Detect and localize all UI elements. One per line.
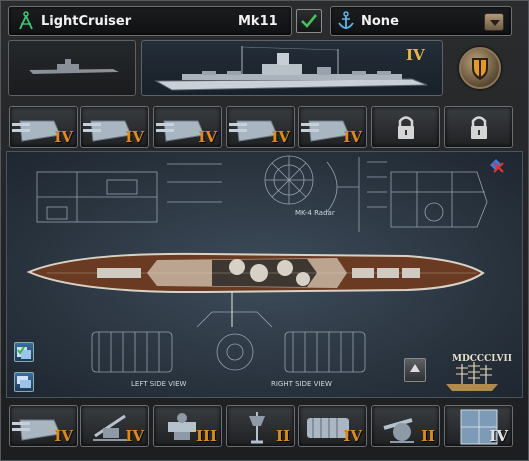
slot-tier: IV <box>54 427 73 445</box>
slot-tier: IV <box>343 427 362 445</box>
bottom-slot-2[interactable]: IV <box>80 405 149 447</box>
slot-tier: III <box>195 427 217 445</box>
ship-silhouette-icon <box>29 59 119 74</box>
compass-icon <box>19 11 33 30</box>
slot-tier: IV <box>489 427 508 445</box>
top-slot-3[interactable]: IV <box>153 106 222 148</box>
ship-model-preview <box>141 40 443 96</box>
slot-tier: IV <box>54 128 73 146</box>
bottom-slot-3[interactable]: III <box>153 405 222 447</box>
left-side-view-label: LEFT SIDE VIEW <box>131 380 187 388</box>
radar-label: MK-4 Radar <box>295 209 335 217</box>
bottom-slot-1[interactable]: IV <box>9 405 78 447</box>
bottom-slot-7[interactable]: IV <box>444 405 513 447</box>
bottom-slot-4[interactable]: II <box>226 405 295 447</box>
role-value: None <box>361 14 399 29</box>
anchor-icon <box>338 11 354 29</box>
top-slot-6-locked[interactable] <box>371 106 440 148</box>
padlock-icon <box>471 116 487 139</box>
top-slot-4[interactable]: IV <box>226 106 295 148</box>
top-slot-7-locked[interactable] <box>444 106 513 148</box>
role-dropdown-button[interactable] <box>484 13 504 31</box>
checkmark-icon <box>301 14 318 28</box>
upgrade-button[interactable] <box>459 47 501 89</box>
padlock-icon <box>398 116 414 139</box>
slot-tier: IV <box>343 128 362 146</box>
slot-tier: II <box>275 427 290 445</box>
right-side-view-label: RIGHT SIDE VIEW <box>271 380 332 388</box>
slot-tier: IV <box>125 427 144 445</box>
close-blueprint-icon[interactable] <box>487 156 505 174</box>
ship-name-field[interactable]: LightCruiser Mk11 <box>8 6 292 36</box>
sailing-ship-icon <box>446 362 498 391</box>
top-slot-1[interactable]: IV <box>9 106 78 148</box>
design-tier: IV <box>406 46 425 64</box>
slot-tier: IV <box>125 128 144 146</box>
top-slot-5[interactable]: IV <box>298 106 367 148</box>
ship-name: LightCruiser <box>41 14 132 29</box>
layers-icon <box>17 376 31 388</box>
copy-design-button[interactable] <box>14 342 34 362</box>
hull-topview <box>26 252 485 294</box>
hull-model-icon <box>154 46 428 91</box>
copy-check-icon <box>17 346 31 359</box>
shield-icon <box>472 58 488 80</box>
slot-tier: IV <box>271 128 290 146</box>
move-up-button[interactable] <box>404 358 426 382</box>
top-slot-2[interactable]: IV <box>80 106 149 148</box>
bottom-slot-5[interactable]: IV <box>298 405 367 447</box>
confirm-checkbox[interactable] <box>296 9 322 33</box>
bottom-slot-6[interactable]: II <box>371 405 440 447</box>
version-label: Mk11 <box>238 14 278 29</box>
ship-thumbnail[interactable] <box>8 40 136 96</box>
slot-tier: II <box>420 427 435 445</box>
slot-tier: IV <box>198 128 217 146</box>
layers-button[interactable] <box>14 372 34 392</box>
